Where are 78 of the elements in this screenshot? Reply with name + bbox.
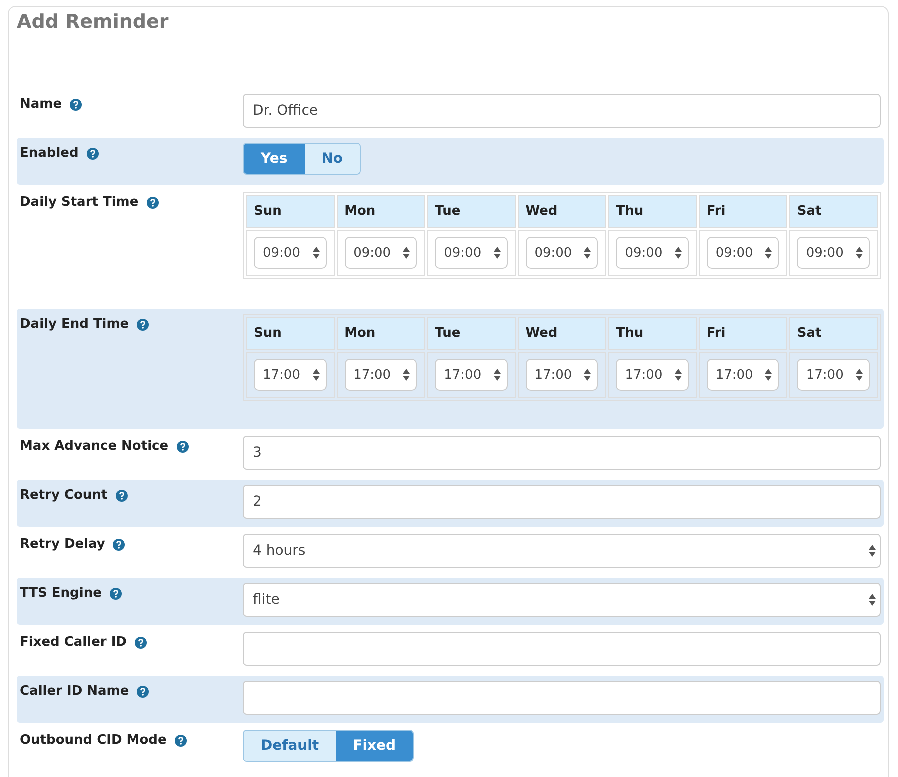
day-header: Wed: [518, 195, 606, 228]
time-dropdown[interactable]: 09:00: [616, 237, 689, 269]
help-icon: [174, 734, 187, 746]
text-field[interactable]: [243, 632, 881, 666]
day-header: Thu: [608, 195, 697, 228]
day-header: Sun: [246, 317, 335, 350]
time-dropdown[interactable]: 17:00: [344, 359, 418, 391]
field-label: Name: [20, 97, 62, 112]
field-label: Outbound CID Mode: [20, 733, 167, 748]
time-dropdown[interactable]: 17:00: [706, 359, 780, 391]
spinner-arrows-icon: [869, 545, 876, 557]
day-header: Mon: [336, 317, 426, 350]
time-dropdown[interactable]: 09:00: [254, 237, 327, 269]
text-field[interactable]: Dr. Office: [243, 94, 881, 128]
time-dropdown[interactable]: 09:00: [435, 237, 508, 269]
toggle-button[interactable]: Fixed: [336, 731, 414, 761]
day-header: Fri: [698, 317, 788, 350]
spinner-arrows-icon: [674, 247, 682, 259]
day-header: Mon: [336, 195, 426, 228]
help-icon: [146, 196, 159, 208]
spinner-arrows-icon: [494, 247, 501, 259]
time-dropdown[interactable]: 17:00: [616, 359, 689, 391]
help-icon: [134, 636, 147, 648]
time-dropdown[interactable]: 17:00: [435, 359, 508, 391]
dropdown[interactable]: 4 hours: [243, 534, 881, 568]
spinner-arrows-icon: [674, 369, 682, 381]
help-icon: [110, 588, 122, 600]
help-icon: [116, 490, 128, 502]
day-header: Thu: [608, 317, 697, 350]
help-icon: [113, 538, 126, 550]
field-label: Retry Delay: [20, 537, 106, 552]
field-label: Max Advance Notice: [20, 439, 169, 454]
spinner-arrows-icon: [856, 369, 863, 381]
time-dropdown[interactable]: 09:00: [344, 237, 418, 269]
text-field[interactable]: [243, 681, 881, 715]
help-icon: [70, 98, 82, 110]
field-label: Retry Count: [20, 488, 108, 503]
toggle-button[interactable]: Yes: [244, 144, 305, 174]
day-header: Sat: [789, 317, 878, 350]
day-header: Sat: [789, 195, 878, 228]
time-dropdown[interactable]: 09:00: [526, 237, 598, 269]
field-label: Daily End Time: [20, 317, 130, 332]
day-header: Sun: [246, 195, 335, 228]
spinner-arrows-icon: [312, 369, 320, 381]
field-label: Daily Start Time: [20, 195, 139, 210]
day-header: Tue: [427, 317, 516, 350]
time-dropdown[interactable]: 17:00: [254, 359, 327, 391]
text-field[interactable]: 3: [243, 436, 881, 470]
field-label: TTS Engine: [20, 586, 102, 601]
day-header: Tue: [427, 195, 516, 228]
day-header: Wed: [518, 317, 606, 350]
time-dropdown[interactable]: 17:00: [526, 359, 598, 391]
spinner-arrows-icon: [584, 369, 592, 381]
help-icon: [176, 440, 189, 452]
help-icon: [137, 318, 150, 330]
text-field[interactable]: 2: [243, 485, 881, 519]
field-label: Fixed Caller ID: [20, 635, 127, 650]
help-icon: [137, 686, 150, 698]
spinner-arrows-icon: [765, 369, 772, 381]
field-label: Enabled: [20, 146, 79, 161]
toggle-button[interactable]: No: [304, 144, 360, 174]
spinner-arrows-icon: [765, 247, 772, 259]
help-icon: [86, 148, 99, 160]
time-dropdown[interactable]: 09:00: [797, 237, 870, 269]
field-label: Caller ID Name: [20, 684, 130, 699]
spinner-arrows-icon: [494, 369, 501, 381]
page-title: Add Reminder: [17, 11, 170, 35]
dropdown[interactable]: flite: [243, 583, 881, 617]
toggle-button[interactable]: Default: [244, 731, 336, 761]
spinner-arrows-icon: [403, 369, 410, 381]
time-dropdown[interactable]: 17:00: [797, 359, 870, 391]
spinner-arrows-icon: [869, 594, 876, 606]
day-header: Fri: [698, 195, 788, 228]
spinner-arrows-icon: [856, 247, 863, 259]
spinner-arrows-icon: [584, 247, 592, 259]
spinner-arrows-icon: [403, 247, 410, 259]
time-dropdown[interactable]: 09:00: [706, 237, 780, 269]
spinner-arrows-icon: [312, 247, 320, 259]
